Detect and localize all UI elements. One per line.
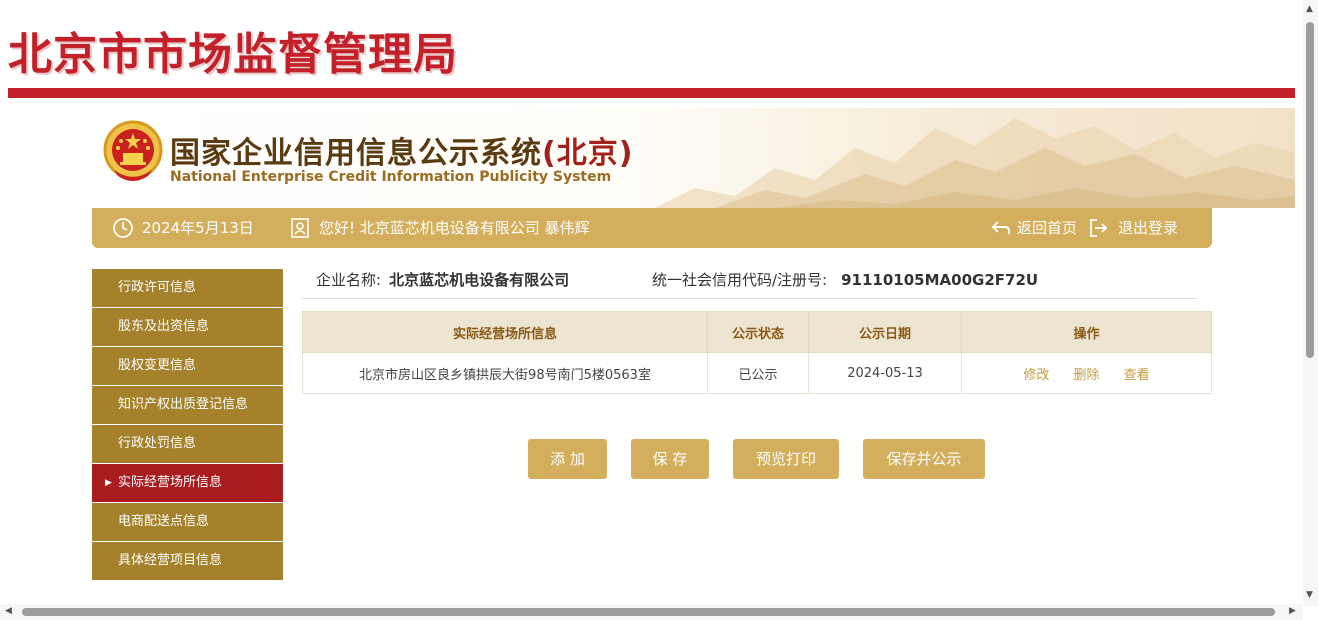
row-actions: 修改 删除 查看 xyxy=(961,352,1212,394)
date-display: 2024年5月13日 xyxy=(112,208,254,248)
sidebar-item-ecommerce-delivery[interactable]: 电商配送点信息 xyxy=(92,503,283,541)
mountain-illustration xyxy=(655,118,1295,208)
table-row: 北京市房山区良乡镇拱辰大街98号南门5楼0563室 已公示 2024-05-13… xyxy=(302,352,1212,394)
sidebar-item-label: 具体经营项目信息 xyxy=(118,553,223,568)
sidebar-item-business-premises[interactable]: ▶ 实际经营场所信息 xyxy=(92,464,283,502)
column-header-premises: 实际经营场所信息 xyxy=(302,311,708,353)
sidebar-item-label: 行政处罚信息 xyxy=(118,436,197,451)
logout-link[interactable]: 退出登录 xyxy=(1088,208,1178,248)
credit-code-row: 统一社会信用代码/注册号: 91110105MA00G2F72U xyxy=(652,269,1038,290)
save-publish-button[interactable]: 保存并公示 xyxy=(863,439,985,479)
home-link[interactable]: 返回首页 xyxy=(990,208,1077,248)
user-info-bar: 2024年5月13日 您好! 北京蓝芯机电设备有限公司 暴伟辉 返回首页 退出登… xyxy=(92,208,1212,248)
system-title: 国家企业信用信息公示系统(北京) xyxy=(170,128,633,172)
publicity-date: 2024-05-13 xyxy=(808,352,962,394)
column-header-status: 公示状态 xyxy=(707,311,809,353)
system-banner: 国家企业信用信息公示系统(北京) National Enterprise Cre… xyxy=(92,108,1295,208)
vertical-scrollbar[interactable]: ▲ ▼ xyxy=(1303,0,1318,606)
horizontal-scroll-thumb[interactable] xyxy=(22,608,1275,616)
scroll-down-icon[interactable]: ▼ xyxy=(1306,590,1313,600)
user-card-icon xyxy=(291,218,309,238)
system-title-cn: 国家企业信用信息公示系统 xyxy=(170,136,542,171)
national-emblem-icon xyxy=(103,120,163,181)
sidebar-item-label: 股权变更信息 xyxy=(118,358,197,373)
add-button[interactable]: 添 加 xyxy=(528,439,607,479)
sidebar-item-label: 知识产权出质登记信息 xyxy=(118,397,249,412)
sidebar-item-label: 股东及出资信息 xyxy=(118,319,210,334)
sidebar-item-label: 电商配送点信息 xyxy=(118,514,210,529)
credit-code-label: 统一社会信用代码/注册号: xyxy=(652,271,828,289)
delete-link[interactable]: 删除 xyxy=(1073,368,1099,383)
table-header-row: 实际经营场所信息 公示状态 公示日期 操作 xyxy=(302,311,1212,353)
scroll-left-icon[interactable]: ◀ xyxy=(5,606,12,616)
clock-icon xyxy=(113,218,133,238)
scroll-up-icon[interactable]: ▲ xyxy=(1306,4,1313,14)
system-title-region: (北京) xyxy=(542,136,634,171)
save-button[interactable]: 保 存 xyxy=(631,439,709,479)
greeting-text: 您好! 北京蓝芯机电设备有限公司 暴伟辉 xyxy=(319,219,590,237)
sidebar-item-admin-penalty[interactable]: 行政处罚信息 xyxy=(92,425,283,463)
column-header-date: 公示日期 xyxy=(808,311,962,353)
sidebar-menu: 行政许可信息 股东及出资信息 股权变更信息 知识产权出质登记信息 行政处罚信息 … xyxy=(92,269,283,581)
company-divider xyxy=(302,298,1197,299)
preview-print-button[interactable]: 预览打印 xyxy=(733,439,839,479)
return-arrow-icon xyxy=(991,221,1010,234)
company-name-row: 企业名称: 北京蓝芯机电设备有限公司 xyxy=(316,269,569,290)
sidebar-item-equity-change[interactable]: 股权变更信息 xyxy=(92,347,283,385)
horizontal-scrollbar[interactable]: ◀ ▶ xyxy=(0,604,1303,620)
publicity-status: 已公示 xyxy=(707,352,809,394)
logout-icon xyxy=(1090,219,1108,237)
home-link-label: 返回首页 xyxy=(1017,219,1078,237)
sidebar-item-business-scope[interactable]: 具体经营项目信息 xyxy=(92,542,283,580)
scroll-right-icon[interactable]: ▶ xyxy=(1289,606,1296,616)
user-greeting: 您好! 北京蓝芯机电设备有限公司 暴伟辉 xyxy=(290,208,590,248)
edit-link[interactable]: 修改 xyxy=(1023,368,1049,383)
sidebar-item-admin-license[interactable]: 行政许可信息 xyxy=(92,269,283,307)
view-link[interactable]: 查看 xyxy=(1124,368,1150,383)
sidebar-item-ip-pledge[interactable]: 知识产权出质登记信息 xyxy=(92,386,283,424)
sidebar-item-shareholders[interactable]: 股东及出资信息 xyxy=(92,308,283,346)
vertical-scroll-thumb[interactable] xyxy=(1306,22,1314,358)
header-divider xyxy=(8,88,1295,98)
logout-label: 退出登录 xyxy=(1118,219,1179,237)
column-header-actions: 操作 xyxy=(961,311,1212,353)
premises-address: 北京市房山区良乡镇拱辰大街98号南门5楼0563室 xyxy=(302,352,708,394)
credit-code: 91110105MA00G2F72U xyxy=(841,271,1039,289)
sidebar-item-label: 行政许可信息 xyxy=(118,280,197,295)
sidebar-item-label: 实际经营场所信息 xyxy=(118,475,223,490)
current-date: 2024年5月13日 xyxy=(142,219,254,237)
premises-table: 实际经营场所信息 公示状态 公示日期 操作 北京市房山区良乡镇拱辰大街98号南门… xyxy=(302,311,1212,394)
company-name: 北京蓝芯机电设备有限公司 xyxy=(389,271,570,289)
system-title-en: National Enterprise Credit Information P… xyxy=(170,169,612,185)
company-name-label: 企业名称: xyxy=(316,271,382,289)
agency-title: 北京市市场监督管理局 xyxy=(8,29,458,80)
active-triangle-icon: ▶ xyxy=(105,478,112,488)
